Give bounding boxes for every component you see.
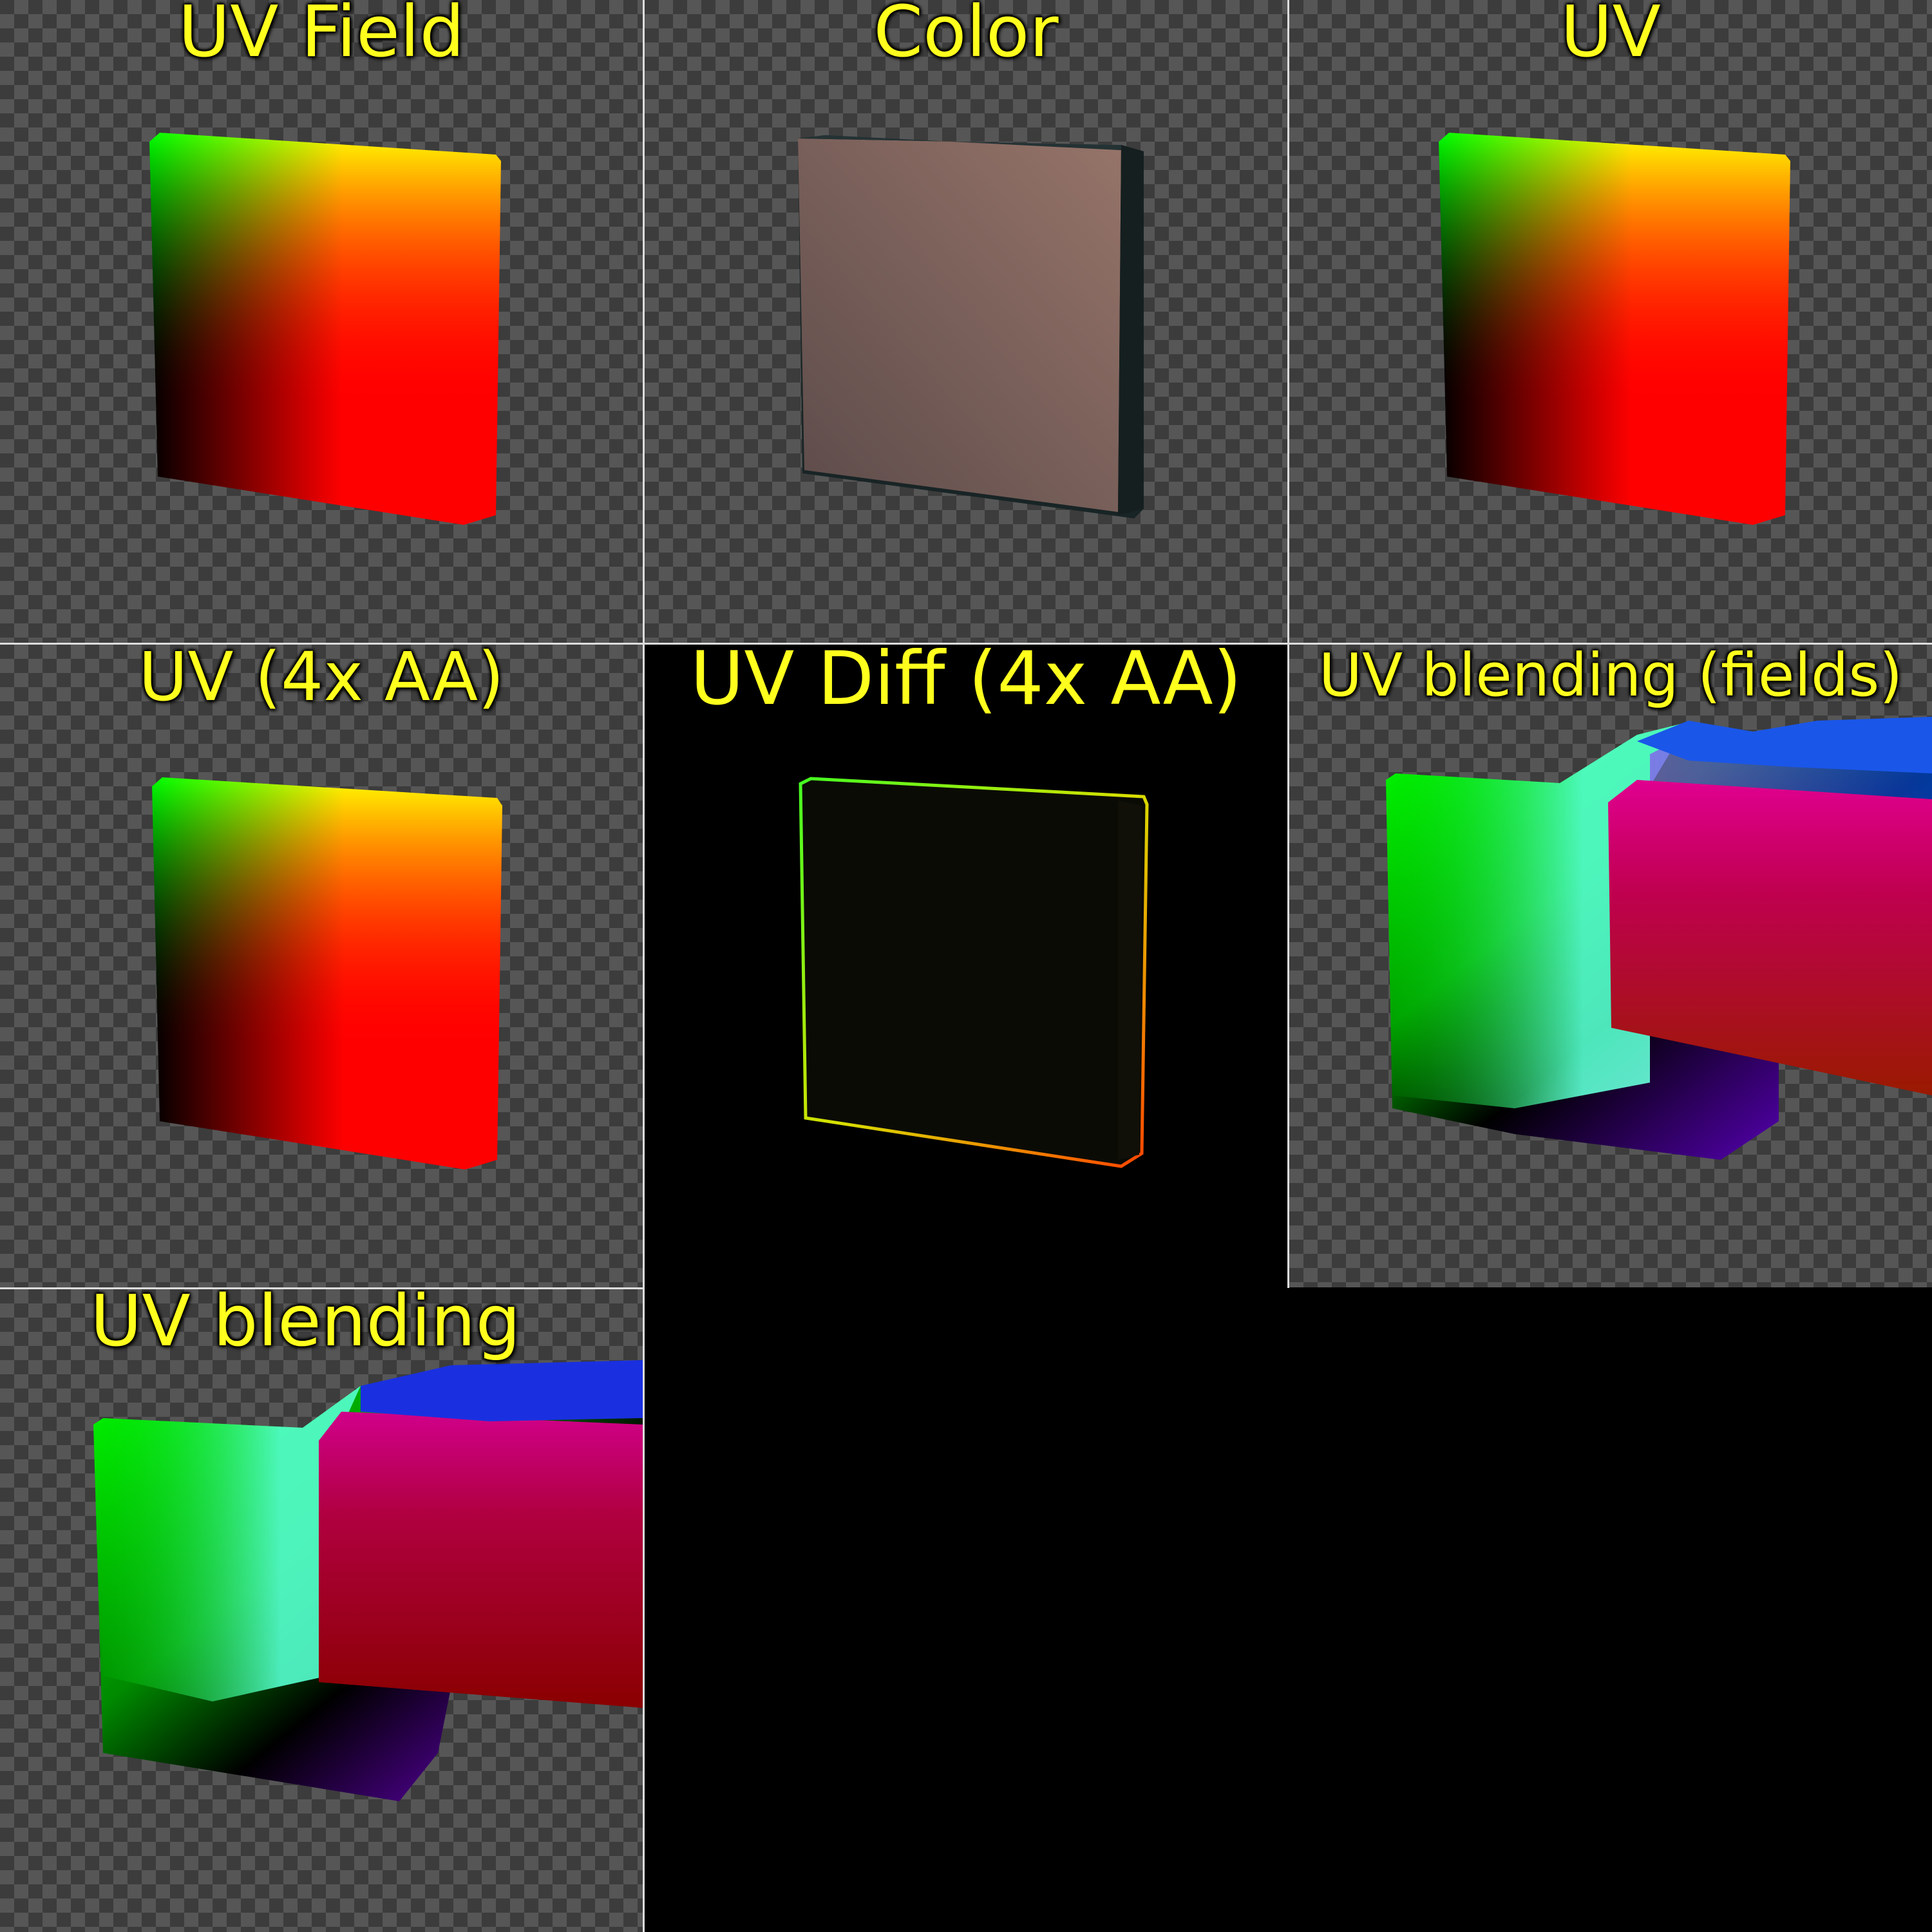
panel-uv-4x-aa: UV (4x AA)	[0, 645, 643, 1287]
panel-title: UV blending	[90, 1289, 521, 1362]
panel-title: UV blending (fields)	[1318, 645, 1903, 710]
shaded-cube	[798, 135, 1144, 518]
panel-title: UV Diff (4x AA)	[690, 645, 1242, 721]
panel-uv-blending: UV blending	[0, 1289, 643, 1932]
panel-title: Color	[873, 0, 1059, 73]
panel-color: Color	[645, 0, 1287, 643]
diff-outline	[799, 777, 1149, 1168]
blended-shape	[93, 1360, 643, 1801]
uv-blending-render	[93, 1360, 643, 1801]
uv-cube-render	[149, 133, 501, 525]
render-grid: UV Field Color UV UV (4x AA) UV Diff (4x…	[0, 0, 1932, 1932]
uv-cube	[1439, 133, 1790, 525]
panel-title: UV	[1560, 0, 1661, 73]
uv-cube-render	[152, 777, 502, 1170]
uv-cube-render	[1439, 133, 1790, 525]
color-cube-render	[798, 135, 1144, 518]
panel-uv-blending-fields: UV blending (fields)	[1289, 645, 1932, 1287]
panel-title: UV Field	[178, 0, 465, 73]
panel-uv: UV	[1289, 0, 1932, 643]
panel-uv-diff-4x-aa: UV Diff (4x AA)	[645, 645, 1287, 1287]
uv-blending-render	[1386, 717, 1932, 1160]
uv-cube	[149, 133, 501, 525]
grid-divider-vertical	[643, 0, 645, 1932]
panel-title: UV (4x AA)	[138, 645, 504, 716]
blended-shape	[1386, 717, 1932, 1160]
panel-empty	[645, 1289, 1932, 1932]
uv-cube	[152, 777, 502, 1170]
uv-diff-render	[799, 777, 1149, 1168]
panel-uv-field: UV Field	[0, 0, 643, 643]
